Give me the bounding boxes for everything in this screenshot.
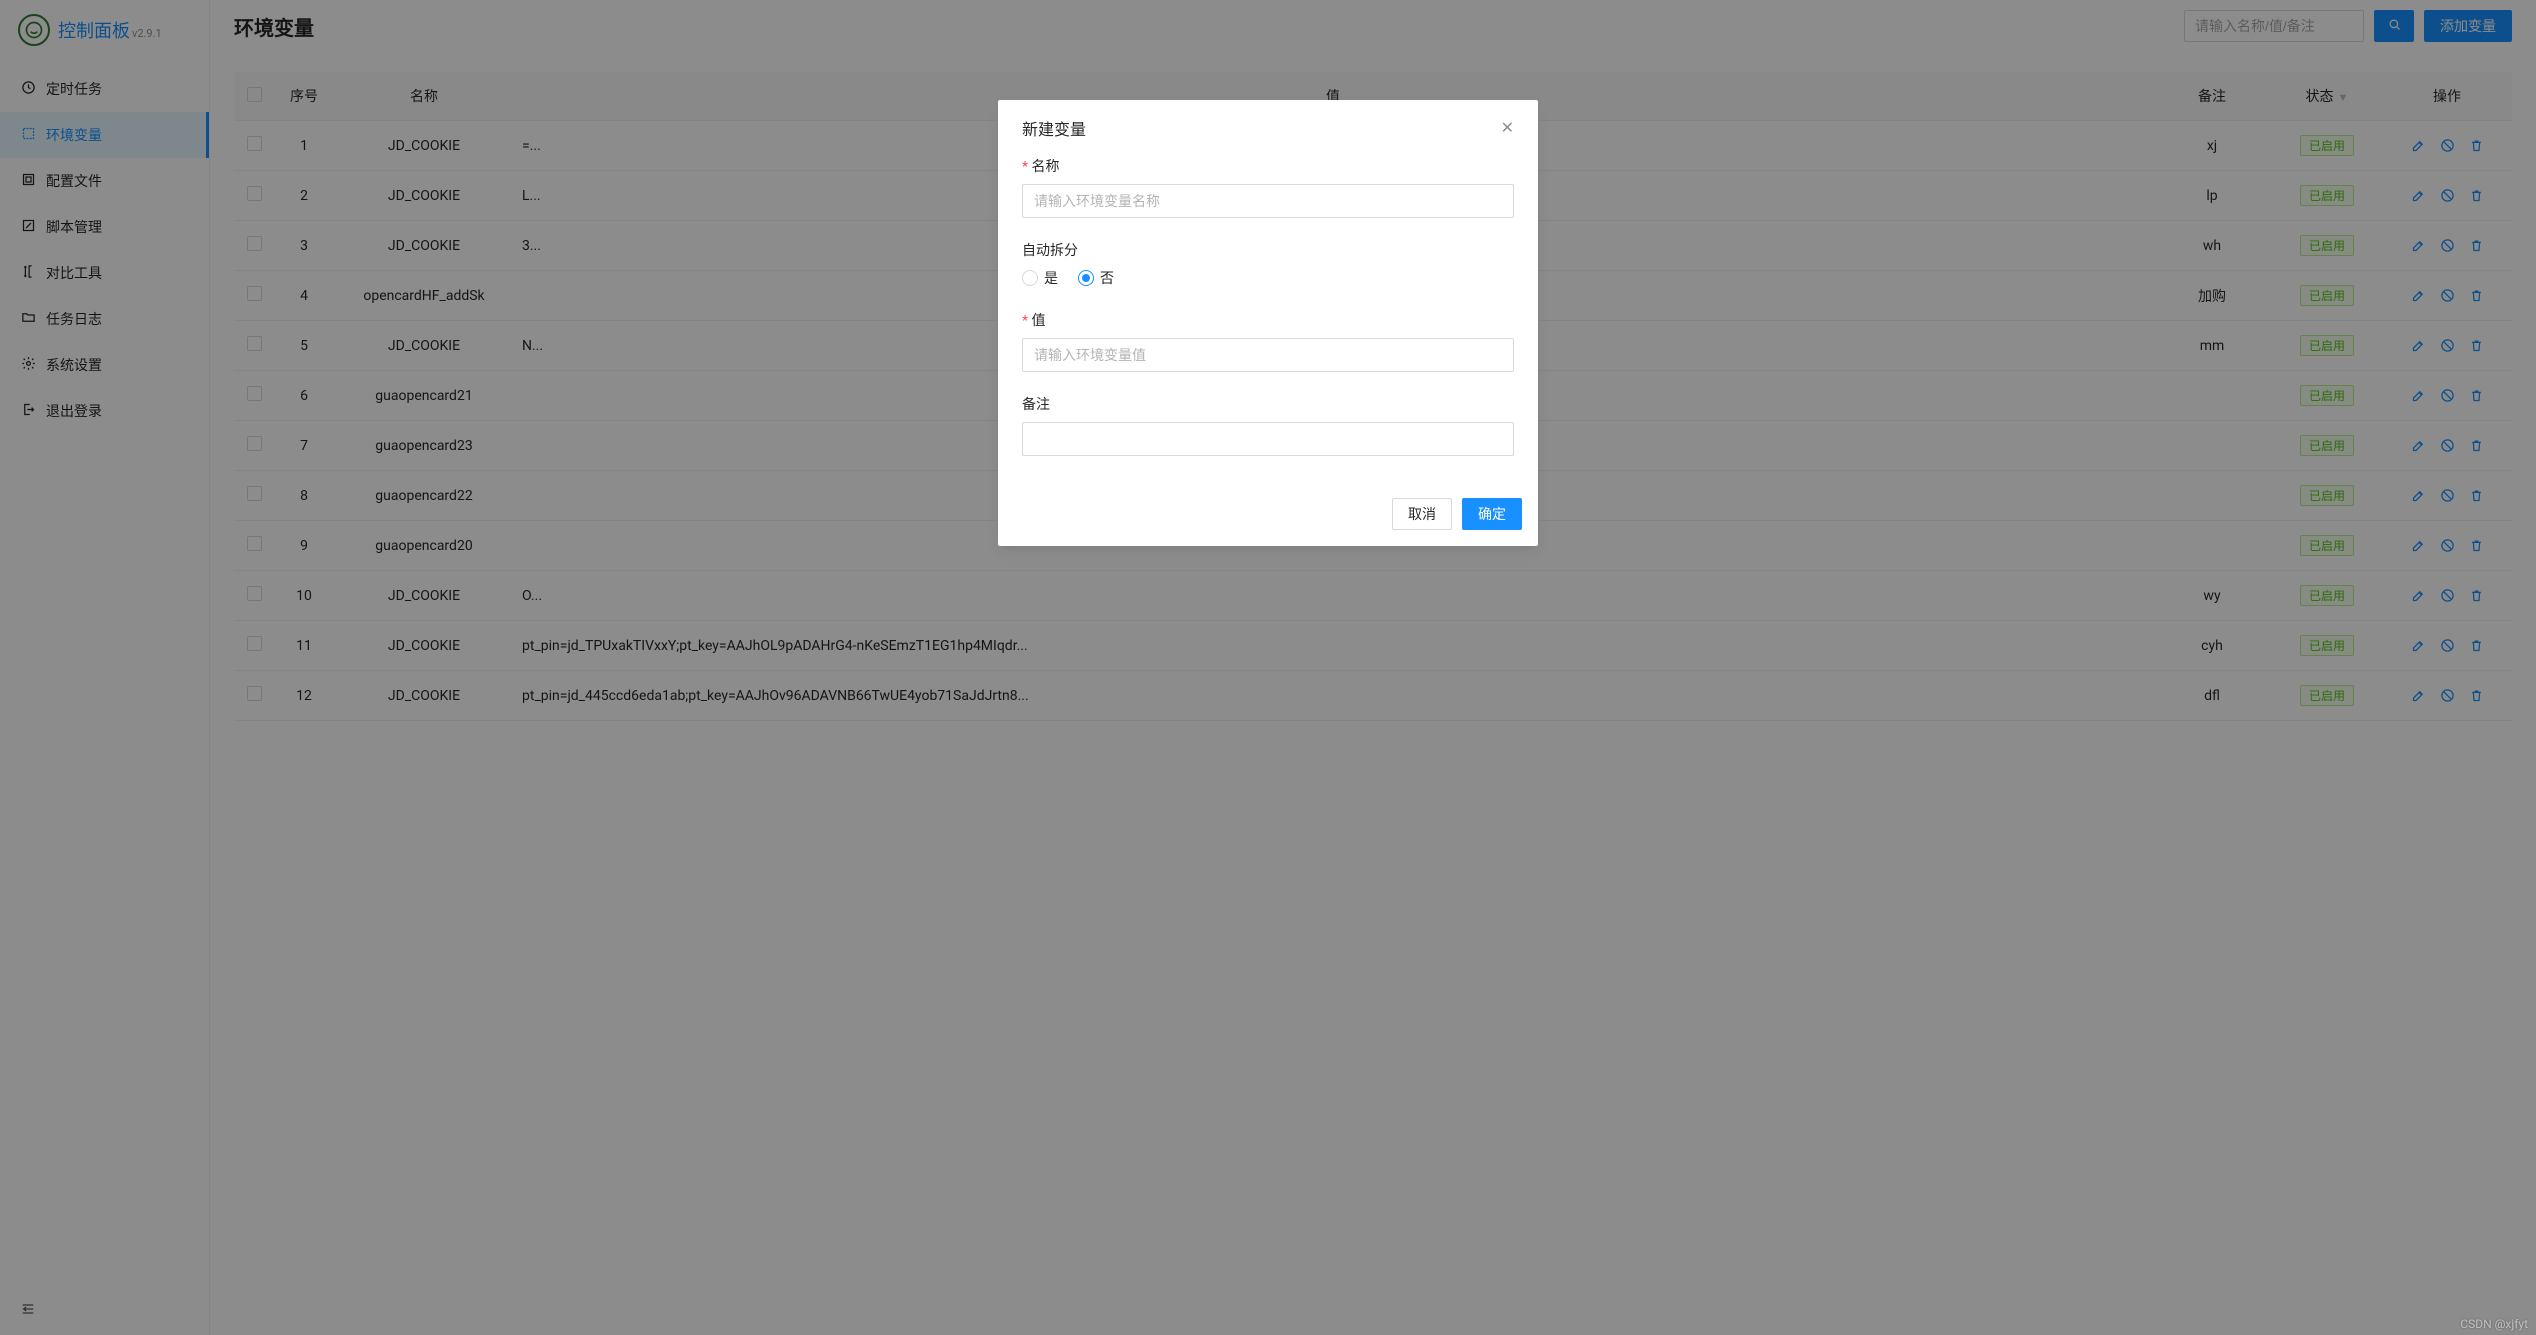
remark-input[interactable] <box>1022 422 1514 456</box>
modal-title: 新建变量 <box>1022 116 1086 140</box>
value-input[interactable] <box>1022 338 1514 372</box>
ok-button[interactable]: 确定 <box>1462 498 1522 530</box>
value-label: 值 <box>1022 310 1514 330</box>
name-input[interactable] <box>1022 184 1514 218</box>
close-icon: ✕ <box>1501 120 1514 137</box>
modal-mask[interactable]: 新建变量 ✕ 名称 自动拆分 是 否 值 备注 <box>0 0 2536 1335</box>
modal-close-button[interactable]: ✕ <box>1501 118 1514 138</box>
radio-icon <box>1078 270 1094 286</box>
create-variable-modal: 新建变量 ✕ 名称 自动拆分 是 否 值 备注 <box>998 100 1538 546</box>
split-no-radio[interactable]: 否 <box>1078 268 1114 288</box>
split-yes-radio[interactable]: 是 <box>1022 268 1058 288</box>
split-label: 自动拆分 <box>1022 240 1514 260</box>
cancel-button[interactable]: 取消 <box>1392 498 1452 530</box>
remark-label: 备注 <box>1022 394 1514 414</box>
radio-icon <box>1022 270 1038 286</box>
name-label: 名称 <box>1022 156 1514 176</box>
